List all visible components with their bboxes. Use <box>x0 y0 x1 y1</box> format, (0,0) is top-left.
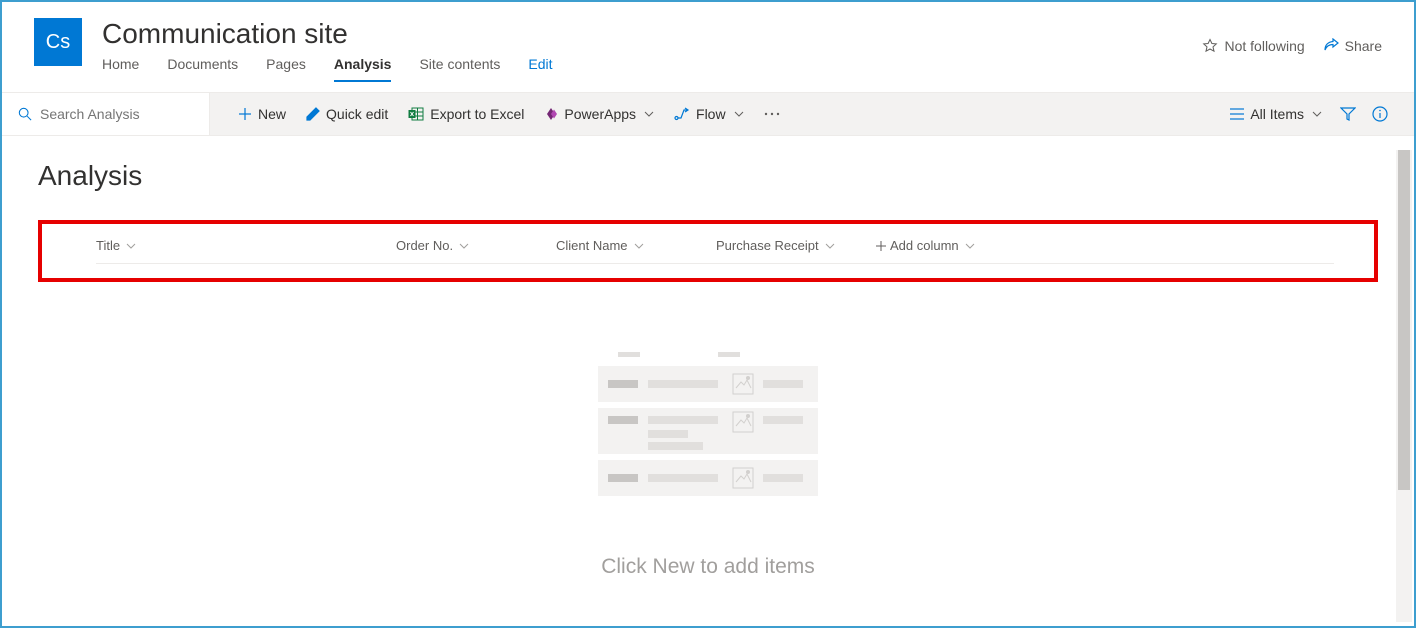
chevron-down-icon <box>825 241 835 251</box>
share-icon <box>1323 38 1339 54</box>
chevron-down-icon <box>126 241 136 251</box>
view-label: All Items <box>1250 106 1304 122</box>
column-receipt-label: Purchase Receipt <box>716 238 819 253</box>
main-content: Analysis Title Order No. Client Name Pur… <box>2 136 1414 618</box>
vertical-scrollbar[interactable] <box>1396 150 1412 622</box>
site-title[interactable]: Communication site <box>102 18 1382 50</box>
not-following-button[interactable]: Not following <box>1202 38 1304 54</box>
chevron-down-icon <box>734 109 744 119</box>
new-label: New <box>258 106 286 122</box>
flow-label: Flow <box>696 106 726 122</box>
nav-home[interactable]: Home <box>102 56 139 82</box>
column-order-no[interactable]: Order No. <box>396 238 556 253</box>
empty-illustration <box>598 352 818 505</box>
star-icon <box>1202 38 1218 54</box>
pencil-icon <box>306 107 320 121</box>
powerapps-icon <box>544 107 558 121</box>
search-input[interactable] <box>40 106 193 122</box>
scrollbar-thumb[interactable] <box>1398 150 1410 490</box>
chevron-down-icon <box>634 241 644 251</box>
plus-icon <box>238 107 252 121</box>
page-title: Analysis <box>38 160 1378 192</box>
share-button[interactable]: Share <box>1323 38 1382 54</box>
column-title-label: Title <box>96 238 120 253</box>
site-block: Communication site Home Documents Pages … <box>102 18 1382 82</box>
add-column-button[interactable]: Add column <box>876 238 1026 253</box>
nav-pages[interactable]: Pages <box>266 56 306 82</box>
quick-edit-label: Quick edit <box>326 106 388 122</box>
share-label: Share <box>1345 38 1382 54</box>
column-order-label: Order No. <box>396 238 453 253</box>
column-header-highlight: Title Order No. Client Name Purchase Rec… <box>38 220 1378 282</box>
list-icon <box>1230 108 1244 120</box>
chevron-down-icon <box>1312 109 1322 119</box>
filter-icon <box>1340 107 1356 121</box>
column-client-label: Client Name <box>556 238 628 253</box>
quick-edit-button[interactable]: Quick edit <box>296 93 398 135</box>
info-icon <box>1372 106 1388 122</box>
chevron-down-icon <box>965 241 975 251</box>
new-button[interactable]: New <box>228 93 296 135</box>
ellipsis-icon <box>764 112 780 116</box>
column-client-name[interactable]: Client Name <box>556 238 716 253</box>
info-button[interactable] <box>1364 93 1396 135</box>
command-bar: New Quick edit Export to Excel PowerApps… <box>210 93 1414 135</box>
chevron-down-icon <box>459 241 469 251</box>
flow-icon <box>674 107 690 121</box>
flow-button[interactable]: Flow <box>664 93 754 135</box>
site-logo[interactable]: Cs <box>34 18 82 66</box>
search-box[interactable] <box>2 93 210 135</box>
plus-icon <box>876 241 886 251</box>
nav-site-contents[interactable]: Site contents <box>419 56 500 82</box>
powerapps-label: PowerApps <box>564 106 636 122</box>
empty-state: Click New to add items <box>38 352 1378 579</box>
column-header-divider <box>96 263 1334 264</box>
column-title[interactable]: Title <box>96 238 396 253</box>
search-icon <box>18 106 32 122</box>
not-following-label: Not following <box>1224 38 1304 54</box>
chevron-down-icon <box>644 109 654 119</box>
add-column-label: Add column <box>890 238 959 253</box>
nav-edit[interactable]: Edit <box>528 56 552 82</box>
filter-button[interactable] <box>1332 93 1364 135</box>
view-selector[interactable]: All Items <box>1220 93 1332 135</box>
empty-caption: Click New to add items <box>38 555 1378 579</box>
more-button[interactable] <box>754 93 790 135</box>
nav-analysis[interactable]: Analysis <box>334 56 392 82</box>
top-nav: Home Documents Pages Analysis Site conte… <box>102 56 1382 82</box>
nav-documents[interactable]: Documents <box>167 56 238 82</box>
excel-icon <box>408 107 424 121</box>
site-header: Cs Communication site Home Documents Pag… <box>2 2 1414 82</box>
command-row: New Quick edit Export to Excel PowerApps… <box>2 92 1414 136</box>
column-header-row: Title Order No. Client Name Purchase Rec… <box>42 238 1374 253</box>
header-actions: Not following Share <box>1202 38 1382 54</box>
export-excel-button[interactable]: Export to Excel <box>398 93 534 135</box>
export-label: Export to Excel <box>430 106 524 122</box>
column-purchase-receipt[interactable]: Purchase Receipt <box>716 238 876 253</box>
powerapps-button[interactable]: PowerApps <box>534 93 664 135</box>
